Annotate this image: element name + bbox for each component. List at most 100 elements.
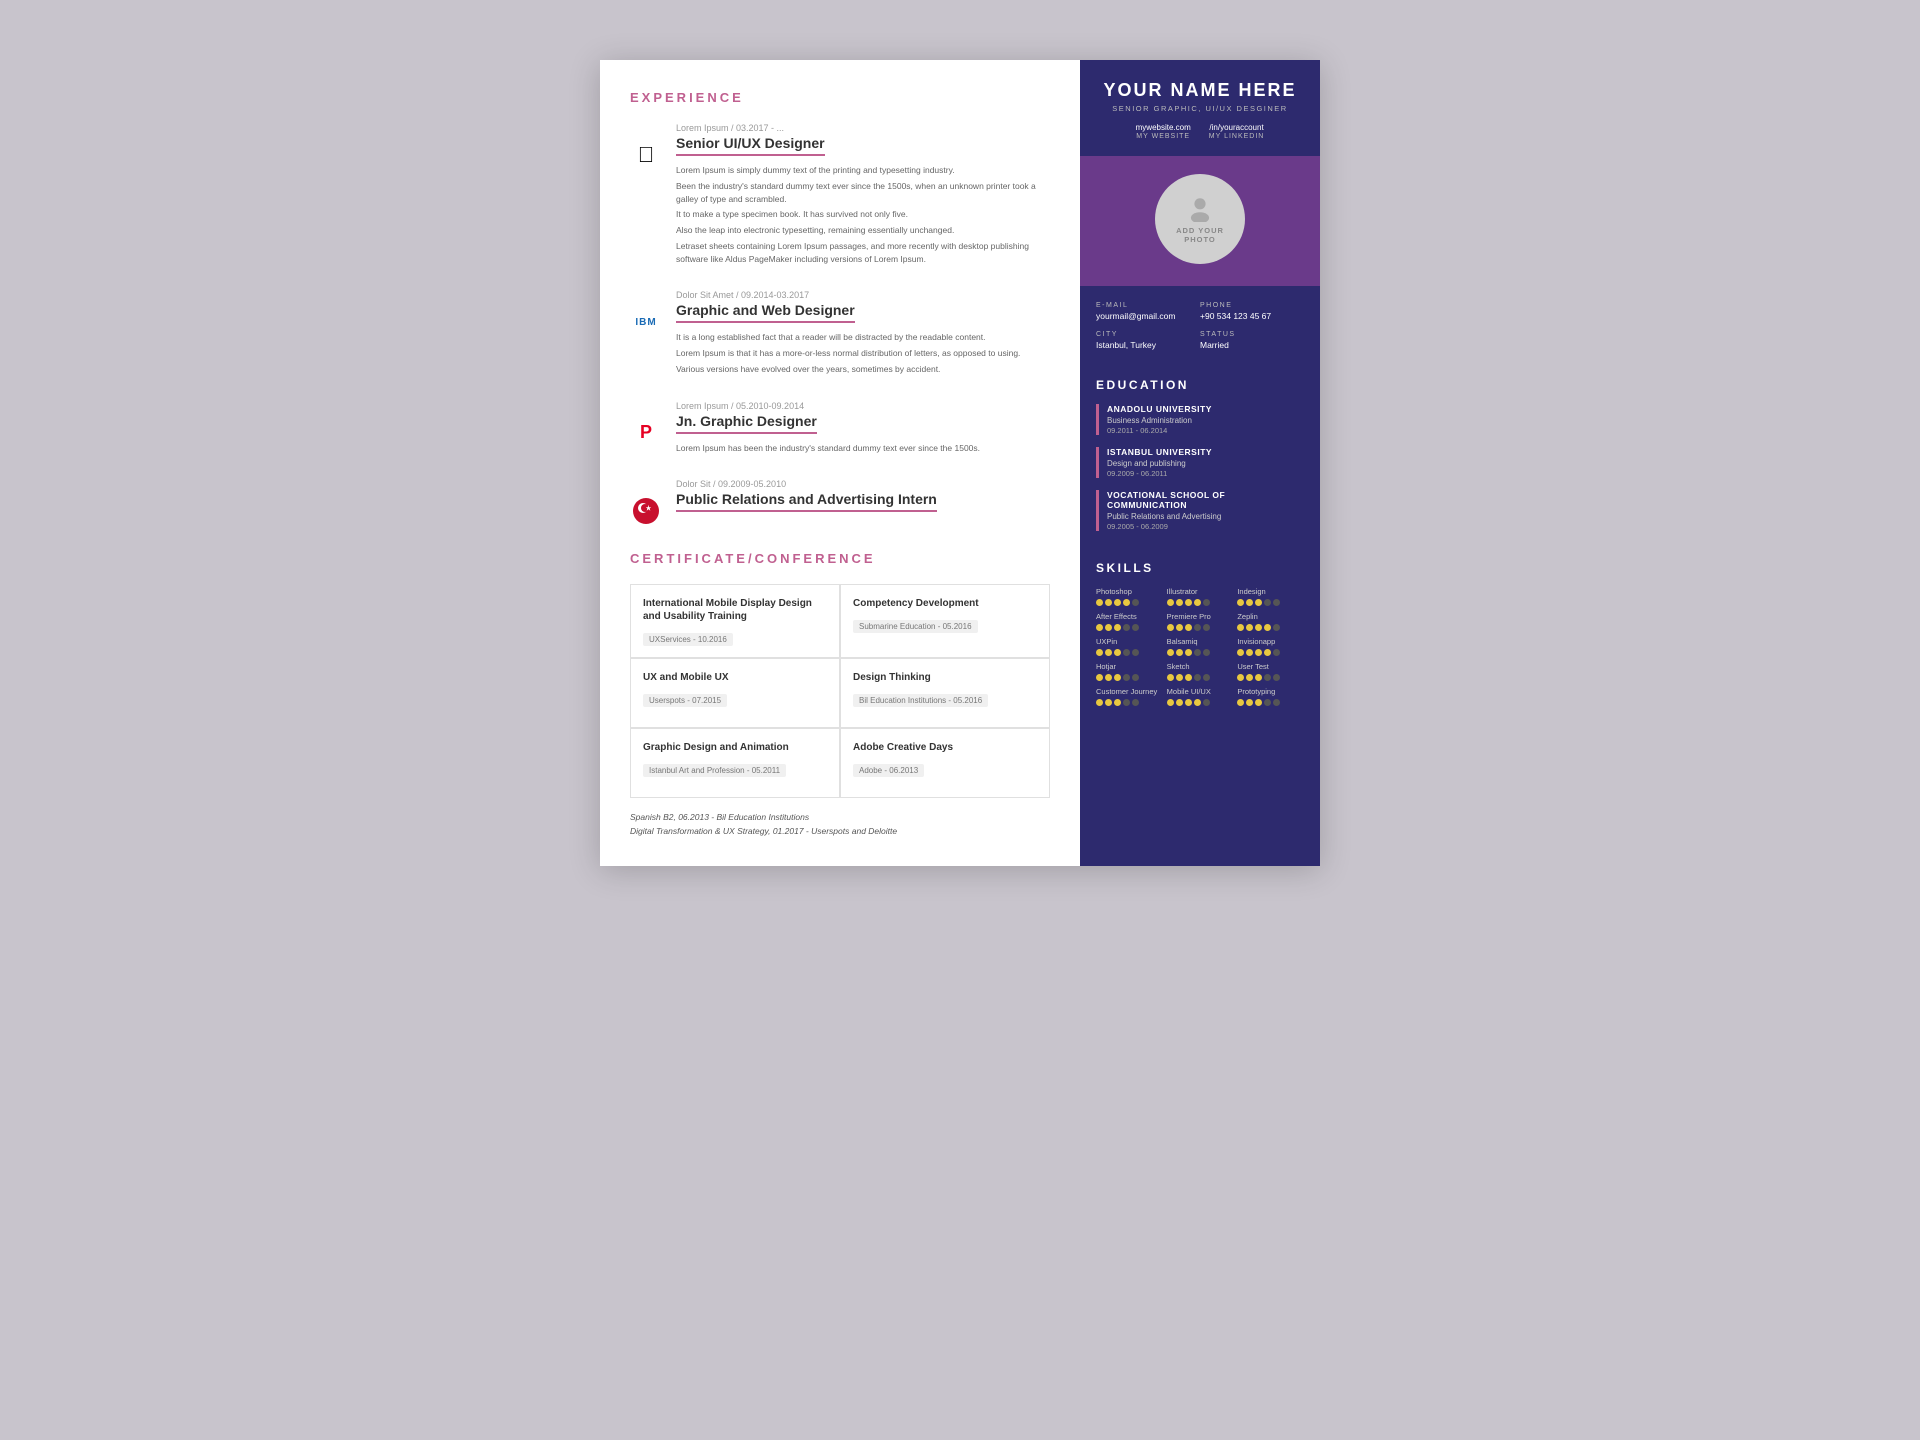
certificate-title: CERTIFICATE/CONFERENCE [630,551,1050,566]
skill-dot [1185,649,1192,656]
skill-dot [1194,599,1201,606]
skill-dot [1096,649,1103,656]
skill-dot [1273,599,1280,606]
certificate-org: Userspots - 07.2015 [643,694,727,707]
skill-dot [1096,599,1103,606]
skill-dot [1123,699,1130,706]
skill-dot [1273,649,1280,656]
skill-item: Indesign [1237,587,1304,606]
education-item: ISTANBUL UNIVERSITY Design and publishin… [1096,447,1304,478]
skill-dot [1264,624,1271,631]
skill-dot [1246,599,1253,606]
skill-dots [1237,699,1304,706]
skill-item: Invisionapp [1237,637,1304,656]
photo-label: ADD YOUR [1176,226,1224,235]
email-label: E-MAIL [1096,302,1200,309]
person-icon [1186,194,1214,222]
candidate-subtitle: Senior Graphic, UI/UX Desginer [1098,104,1302,113]
linkedin-label: MY LINKEDIN [1209,133,1265,140]
linkedin-link: /in/youraccount MY LINKEDIN [1209,123,1265,140]
skill-dot [1123,649,1130,656]
skill-dot [1203,599,1210,606]
skill-item: After Effects [1096,612,1163,631]
skill-dot [1132,624,1139,631]
exp-content: Dolor Sit / 09.2009-05.2010 Public Relat… [676,479,1050,520]
skill-name: UXPin [1096,637,1163,646]
skill-name: Hotjar [1096,662,1163,671]
skill-dot [1167,649,1174,656]
skill-dots [1167,699,1234,706]
certificate-org: Bil Education Institutions - 05.2016 [853,694,988,707]
certificate-cell: Design Thinking Bil Education Institutio… [840,658,1050,728]
skill-name: Photoshop [1096,587,1163,596]
skill-name: Illustrator [1167,587,1234,596]
status-value: Married [1200,340,1304,350]
website-label: MY WEBSITE [1136,133,1190,140]
skill-item: Zeplin [1237,612,1304,631]
certificate-cell: International Mobile Display Design and … [630,584,840,658]
skill-item: Mobile UI/UX [1167,687,1234,706]
edu-content: ISTANBUL UNIVERSITY Design and publishin… [1107,447,1212,478]
skill-dot [1255,649,1262,656]
skill-dots [1167,649,1234,656]
certificate-org: Adobe - 06.2013 [853,764,924,777]
skill-name: After Effects [1096,612,1163,621]
exp-title: Graphic and Web Designer [676,302,855,323]
skill-dot [1096,624,1103,631]
skill-dots [1237,599,1304,606]
skill-dots [1096,624,1163,631]
education-item: ANADOLU UNIVERSITY Business Administrati… [1096,404,1304,435]
skill-dot [1123,624,1130,631]
skill-name: Zeplin [1237,612,1304,621]
status-label: STATUS [1200,331,1304,338]
skill-dot [1167,599,1174,606]
skill-dot [1185,699,1192,706]
skill-name: Prototyping [1237,687,1304,696]
resume-container: EXPERIENCE  Lorem Ipsum / 03.2017 - ...… [600,60,1320,866]
skill-dot [1237,649,1244,656]
skill-dot [1132,599,1139,606]
skill-dot [1132,649,1139,656]
skill-dot [1255,599,1262,606]
edu-dates: 09.2011 - 06.2014 [1107,426,1212,435]
edu-content: VOCATIONAL SCHOOL OF COMMUNICATION Publi… [1107,490,1304,531]
skill-dots [1096,674,1163,681]
exp-description: Lorem Ipsum has been the industry's stan… [676,442,1050,455]
edu-degree: Public Relations and Advertising [1107,512,1304,521]
skill-dot [1237,699,1244,706]
edu-degree: Business Administration [1107,416,1212,425]
skill-item: UXPin [1096,637,1163,656]
exp-content: Lorem Ipsum / 05.2010-09.2014 Jn. Graphi… [676,401,1050,458]
skill-dot [1114,649,1121,656]
skill-dot [1114,624,1121,631]
exp-description: Also the leap into electronic typesettin… [676,224,1050,237]
experience-section: EXPERIENCE  Lorem Ipsum / 03.2017 - ...… [630,90,1050,527]
edu-dates: 09.2005 - 06.2009 [1107,522,1304,531]
exp-title: Senior UI/UX Designer [676,135,825,156]
skill-dots [1096,699,1163,706]
certificate-org: UXServices - 10.2016 [643,633,733,646]
language-line: Spanish B2, 06.2013 - Bil Education Inst… [630,812,1050,822]
certificate-cell: Competency Development Submarine Educati… [840,584,1050,658]
skill-dot [1123,674,1130,681]
phone-label: PHONE [1200,302,1304,309]
skill-name: Sketch [1167,662,1234,671]
exp-description: It to make a type specimen book. It has … [676,208,1050,221]
skill-dot [1176,599,1183,606]
skill-dot [1273,624,1280,631]
exp-title: Public Relations and Advertising Intern [676,491,937,512]
skill-dot [1176,624,1183,631]
certificate-name: Adobe Creative Days [853,741,1037,754]
education-section: EDUCATION ANADOLU UNIVERSITY Business Ad… [1080,370,1320,553]
exp-content: Lorem Ipsum / 03.2017 - ... Senior UI/UX… [676,123,1050,268]
skill-dot [1203,624,1210,631]
certificate-cell: Adobe Creative Days Adobe - 06.2013 [840,728,1050,798]
skill-dot [1237,599,1244,606]
certificate-cell: Graphic Design and Animation Istanbul Ar… [630,728,840,798]
skill-dot [1132,674,1139,681]
skill-item: Prototyping [1237,687,1304,706]
contact-links: mywebsite.com MY WEBSITE /in/youraccount… [1098,123,1302,140]
edu-dates: 09.2009 - 06.2011 [1107,469,1212,478]
skill-dot [1185,624,1192,631]
skill-name: Balsamiq [1167,637,1234,646]
